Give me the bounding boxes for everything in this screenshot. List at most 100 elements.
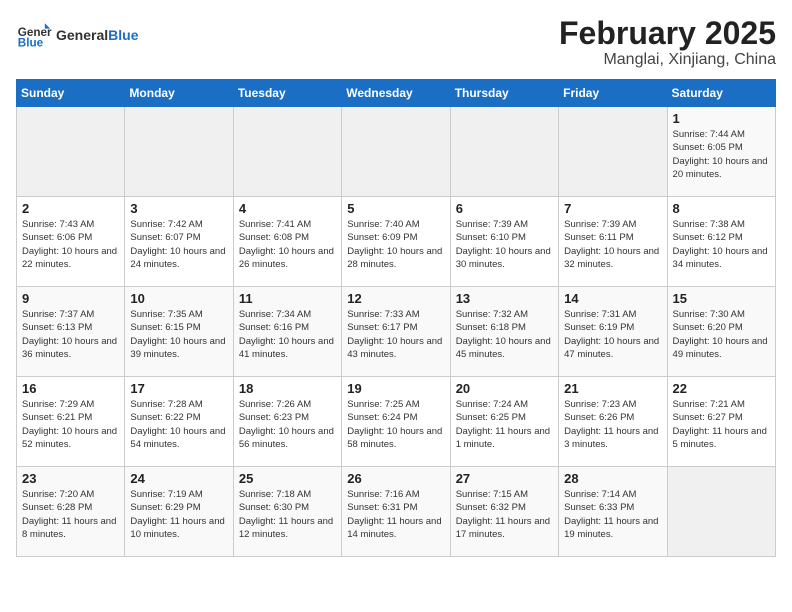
day-number: 17 <box>130 381 227 396</box>
day-info: Sunrise: 7:26 AM Sunset: 6:23 PM Dayligh… <box>239 398 336 451</box>
calendar-cell: 15 Sunrise: 7:30 AM Sunset: 6:20 PM Dayli… <box>667 287 775 377</box>
day-info: Sunrise: 7:29 AM Sunset: 6:21 PM Dayligh… <box>22 398 119 451</box>
day-info: Sunrise: 7:18 AM Sunset: 6:30 PM Dayligh… <box>239 488 336 541</box>
day-info: Sunrise: 7:44 AM Sunset: 6:05 PM Dayligh… <box>673 128 770 181</box>
day-number: 24 <box>130 471 227 486</box>
logo-icon: General Blue <box>16 16 52 52</box>
calendar-cell: 9 Sunrise: 7:37 AM Sunset: 6:13 PM Daylig… <box>17 287 125 377</box>
day-number: 5 <box>347 201 444 216</box>
day-info: Sunrise: 7:42 AM Sunset: 6:07 PM Dayligh… <box>130 218 227 271</box>
day-number: 26 <box>347 471 444 486</box>
calendar-cell: 27 Sunrise: 7:15 AM Sunset: 6:32 PM Dayli… <box>450 467 558 557</box>
calendar-cell: 21 Sunrise: 7:23 AM Sunset: 6:26 PM Dayli… <box>559 377 667 467</box>
calendar-cell: 5Sunrise: 7:40 AM Sunset: 6:09 PM Daylig… <box>342 197 450 287</box>
day-info: Sunrise: 7:35 AM Sunset: 6:15 PM Dayligh… <box>130 308 227 361</box>
calendar-cell: 18 Sunrise: 7:26 AM Sunset: 6:23 PM Dayli… <box>233 377 341 467</box>
header-row: SundayMondayTuesdayWednesdayThursdayFrid… <box>17 80 776 107</box>
calendar-cell: 17 Sunrise: 7:28 AM Sunset: 6:22 PM Dayli… <box>125 377 233 467</box>
day-info: Sunrise: 7:28 AM Sunset: 6:22 PM Dayligh… <box>130 398 227 451</box>
calendar-cell: 28 Sunrise: 7:14 AM Sunset: 6:33 PM Dayli… <box>559 467 667 557</box>
calendar-cell <box>233 107 341 197</box>
calendar-cell: 24 Sunrise: 7:19 AM Sunset: 6:29 PM Dayli… <box>125 467 233 557</box>
day-of-week-header: Tuesday <box>233 80 341 107</box>
day-info: Sunrise: 7:30 AM Sunset: 6:20 PM Dayligh… <box>673 308 770 361</box>
day-of-week-header: Saturday <box>667 80 775 107</box>
day-number: 8 <box>673 201 770 216</box>
day-of-week-header: Sunday <box>17 80 125 107</box>
day-info: Sunrise: 7:34 AM Sunset: 6:16 PM Dayligh… <box>239 308 336 361</box>
day-number: 7 <box>564 201 661 216</box>
day-number: 4 <box>239 201 336 216</box>
calendar-cell: 10 Sunrise: 7:35 AM Sunset: 6:15 PM Dayli… <box>125 287 233 377</box>
day-info: Sunrise: 7:21 AM Sunset: 6:27 PM Dayligh… <box>673 398 770 451</box>
calendar-title: February 2025 <box>559 16 776 51</box>
day-info: Sunrise: 7:37 AM Sunset: 6:13 PM Dayligh… <box>22 308 119 361</box>
calendar-week-row: 23Sunrise: 7:20 AM Sunset: 6:28 PM Dayli… <box>17 467 776 557</box>
calendar-cell: 14 Sunrise: 7:31 AM Sunset: 6:19 PM Dayli… <box>559 287 667 377</box>
day-number: 10 <box>130 291 227 306</box>
day-info: Sunrise: 7:39 AM Sunset: 6:11 PM Dayligh… <box>564 218 661 271</box>
day-number: 15 <box>673 291 770 306</box>
day-info: Sunrise: 7:43 AM Sunset: 6:06 PM Dayligh… <box>22 218 119 271</box>
day-number: 2 <box>22 201 119 216</box>
calendar-cell <box>559 107 667 197</box>
logo-blue: Blue <box>108 27 138 43</box>
day-of-week-header: Friday <box>559 80 667 107</box>
calendar-cell: 22 Sunrise: 7:21 AM Sunset: 6:27 PM Dayli… <box>667 377 775 467</box>
day-info: Sunrise: 7:25 AM Sunset: 6:24 PM Dayligh… <box>347 398 444 451</box>
calendar-cell: 11Sunrise: 7:34 AM Sunset: 6:16 PM Dayli… <box>233 287 341 377</box>
calendar-cell <box>667 467 775 557</box>
calendar-header: SundayMondayTuesdayWednesdayThursdayFrid… <box>17 80 776 107</box>
calendar-cell <box>125 107 233 197</box>
day-number: 20 <box>456 381 553 396</box>
day-info: Sunrise: 7:16 AM Sunset: 6:31 PM Dayligh… <box>347 488 444 541</box>
day-of-week-header: Wednesday <box>342 80 450 107</box>
calendar-cell: 3 Sunrise: 7:42 AM Sunset: 6:07 PM Daylig… <box>125 197 233 287</box>
day-number: 27 <box>456 471 553 486</box>
day-of-week-header: Thursday <box>450 80 558 107</box>
day-number: 18 <box>239 381 336 396</box>
day-number: 19 <box>347 381 444 396</box>
calendar-cell: 26 Sunrise: 7:16 AM Sunset: 6:31 PM Dayli… <box>342 467 450 557</box>
day-info: Sunrise: 7:38 AM Sunset: 6:12 PM Dayligh… <box>673 218 770 271</box>
calendar-week-row: 1Sunrise: 7:44 AM Sunset: 6:05 PM Daylig… <box>17 107 776 197</box>
day-info: Sunrise: 7:14 AM Sunset: 6:33 PM Dayligh… <box>564 488 661 541</box>
calendar-cell: 23Sunrise: 7:20 AM Sunset: 6:28 PM Dayli… <box>17 467 125 557</box>
calendar-cell: 7 Sunrise: 7:39 AM Sunset: 6:11 PM Daylig… <box>559 197 667 287</box>
calendar-cell: 6Sunrise: 7:39 AM Sunset: 6:10 PM Daylig… <box>450 197 558 287</box>
calendar-table: SundayMondayTuesdayWednesdayThursdayFrid… <box>16 79 776 557</box>
day-info: Sunrise: 7:20 AM Sunset: 6:28 PM Dayligh… <box>22 488 119 541</box>
day-info: Sunrise: 7:32 AM Sunset: 6:18 PM Dayligh… <box>456 308 553 361</box>
day-info: Sunrise: 7:24 AM Sunset: 6:25 PM Dayligh… <box>456 398 553 451</box>
day-info: Sunrise: 7:19 AM Sunset: 6:29 PM Dayligh… <box>130 488 227 541</box>
calendar-cell: 12Sunrise: 7:33 AM Sunset: 6:17 PM Dayli… <box>342 287 450 377</box>
calendar-cell: 25Sunrise: 7:18 AM Sunset: 6:30 PM Dayli… <box>233 467 341 557</box>
day-info: Sunrise: 7:33 AM Sunset: 6:17 PM Dayligh… <box>347 308 444 361</box>
day-number: 28 <box>564 471 661 486</box>
day-number: 16 <box>22 381 119 396</box>
page-header: General Blue GeneralBlue February 2025 M… <box>16 16 776 69</box>
day-info: Sunrise: 7:39 AM Sunset: 6:10 PM Dayligh… <box>456 218 553 271</box>
calendar-cell: 2 Sunrise: 7:43 AM Sunset: 6:06 PM Daylig… <box>17 197 125 287</box>
calendar-cell: 4 Sunrise: 7:41 AM Sunset: 6:08 PM Daylig… <box>233 197 341 287</box>
calendar-cell: 16 Sunrise: 7:29 AM Sunset: 6:21 PM Dayli… <box>17 377 125 467</box>
logo-general: General <box>56 27 108 43</box>
calendar-subtitle: Manglai, Xinjiang, China <box>559 51 776 69</box>
day-number: 3 <box>130 201 227 216</box>
calendar-week-row: 9 Sunrise: 7:37 AM Sunset: 6:13 PM Daylig… <box>17 287 776 377</box>
calendar-cell: 13Sunrise: 7:32 AM Sunset: 6:18 PM Dayli… <box>450 287 558 377</box>
day-info: Sunrise: 7:23 AM Sunset: 6:26 PM Dayligh… <box>564 398 661 451</box>
calendar-cell: 1Sunrise: 7:44 AM Sunset: 6:05 PM Daylig… <box>667 107 775 197</box>
calendar-cell <box>450 107 558 197</box>
day-number: 21 <box>564 381 661 396</box>
day-number: 22 <box>673 381 770 396</box>
calendar-cell <box>342 107 450 197</box>
day-number: 9 <box>22 291 119 306</box>
day-info: Sunrise: 7:41 AM Sunset: 6:08 PM Dayligh… <box>239 218 336 271</box>
day-number: 14 <box>564 291 661 306</box>
calendar-week-row: 16 Sunrise: 7:29 AM Sunset: 6:21 PM Dayli… <box>17 377 776 467</box>
day-of-week-header: Monday <box>125 80 233 107</box>
day-info: Sunrise: 7:31 AM Sunset: 6:19 PM Dayligh… <box>564 308 661 361</box>
day-info: Sunrise: 7:15 AM Sunset: 6:32 PM Dayligh… <box>456 488 553 541</box>
calendar-cell: 8 Sunrise: 7:38 AM Sunset: 6:12 PM Daylig… <box>667 197 775 287</box>
